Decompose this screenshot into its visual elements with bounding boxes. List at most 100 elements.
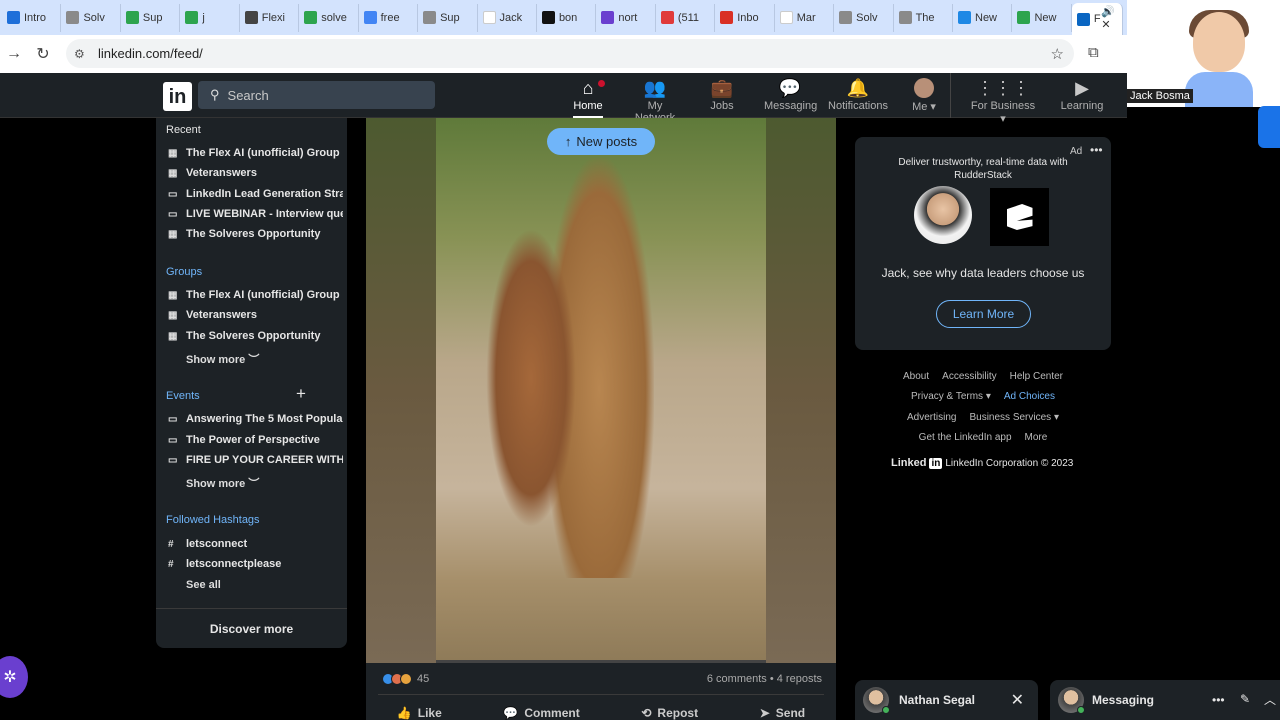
chat-window-nathan[interactable]: Nathan Segal ✕ [855, 680, 1038, 720]
footer-link[interactable]: Advertising [907, 408, 956, 428]
business-services-link[interactable]: Business Services ▾ [969, 408, 1059, 428]
group-icon: ▦ [168, 330, 178, 342]
add-event-icon[interactable]: + [296, 384, 306, 404]
side-extension-badge[interactable] [1258, 106, 1280, 148]
browser-tab[interactable]: j [180, 3, 240, 32]
forward-icon[interactable]: → [0, 45, 28, 63]
nav-notifications[interactable]: 🔔 Notifications [828, 78, 888, 112]
reaction-summary[interactable]: 45 [382, 673, 429, 685]
nav-for-business[interactable]: ⋮⋮⋮ For Business ▾ [968, 78, 1038, 125]
new-posts-button[interactable]: ↑ New posts [547, 128, 655, 155]
more-options-icon[interactable]: ••• [1212, 693, 1225, 707]
browser-tab[interactable]: Sup [121, 3, 181, 32]
search-input[interactable]: ⚲ Search [198, 81, 435, 109]
tab-title: Solv [83, 11, 105, 24]
extensions-icon[interactable]: ⧉ [1088, 44, 1099, 61]
tab-title: bon [558, 11, 578, 24]
browser-tab[interactable]: Solv [834, 3, 894, 32]
browser-tab[interactable]: bon [537, 3, 597, 32]
browser-tab[interactable]: free [359, 3, 419, 32]
hashtag-item[interactable]: # letsconnect [168, 538, 343, 550]
tab-title: Sup [440, 11, 460, 24]
bookmark-star-icon[interactable]: ☆ [1051, 45, 1064, 63]
comments-reposts-count[interactable]: 6 comments • 4 reposts [707, 673, 822, 685]
groups-show-more[interactable]: Show more ︶ [186, 351, 259, 367]
browser-tab[interactable]: Solv [61, 3, 121, 32]
group-item[interactable]: ▦ The Flex AI (unofficial) Group [168, 289, 343, 301]
recent-item[interactable]: ▦ Veteranswers [168, 167, 343, 179]
like-button[interactable]: 👍 Like [397, 706, 442, 720]
compose-icon[interactable]: ✎ [1240, 692, 1250, 706]
recent-item[interactable]: ▦ The Solveres Opportunity [168, 228, 343, 240]
event-item-label: FIRE UP YOUR CAREER WITH ... [186, 454, 343, 466]
tab-favicon-icon [1076, 12, 1090, 26]
chevron-up-icon[interactable]: ︿ [1264, 691, 1276, 708]
event-item[interactable]: ▭ FIRE UP YOUR CAREER WITH ... [168, 454, 343, 466]
recent-item[interactable]: ▦ The Flex AI (unofficial) Group [168, 147, 343, 159]
online-status-icon [1077, 706, 1085, 714]
browser-tab[interactable]: Intro [2, 3, 62, 32]
footer-link[interactable]: Help Center [1010, 367, 1063, 387]
browser-tab[interactable]: (511 [656, 3, 716, 32]
browser-tab[interactable]: Inbo [715, 3, 775, 32]
linkedin-logo[interactable]: in [163, 82, 192, 111]
learn-more-button[interactable]: Learn More [936, 300, 1031, 328]
repost-button[interactable]: ⟲ Repost [641, 706, 698, 720]
post-video[interactable] [366, 118, 836, 663]
tab-favicon-icon [66, 11, 80, 24]
recent-item-label: LinkedIn Lead Generation Stra... [186, 188, 343, 200]
footer-link[interactable]: About [903, 367, 929, 387]
nav-learning[interactable]: ▶ Learning [1060, 78, 1104, 112]
browser-tab[interactable]: nort [596, 3, 656, 32]
groups-title[interactable]: Groups [166, 266, 202, 278]
event-item[interactable]: ▭ The Power of Perspective [168, 434, 343, 446]
tab-title: F [1093, 13, 1101, 25]
browser-tab[interactable]: The [894, 3, 953, 32]
event-item[interactable]: ▭ Answering The 5 Most Popular... [168, 413, 343, 425]
browser-tab[interactable]: New [953, 3, 1013, 32]
hashtags-see-all[interactable]: See all [186, 579, 221, 591]
nav-jobs[interactable]: 💼 Jobs [708, 78, 736, 112]
recent-item[interactable]: ▭ LinkedIn Lead Generation Stra... [168, 188, 343, 200]
send-button[interactable]: ➤ Send [760, 706, 805, 720]
messaging-panel[interactable]: Messaging ••• ✎ ︿ [1050, 680, 1280, 720]
group-item[interactable]: ▦ Veteranswers [168, 309, 343, 321]
events-title[interactable]: Events [166, 390, 200, 402]
tab-audio-close-icon[interactable]: 🔊 ✕ [1101, 5, 1127, 31]
nav-messaging[interactable]: 💬 Messaging [764, 78, 817, 112]
hashtag-item[interactable]: # letsconnectplease [168, 558, 343, 570]
footer-link[interactable]: Accessibility [942, 367, 996, 387]
browser-tab[interactable]: Mar [775, 3, 835, 32]
browser-tab[interactable]: New [1012, 3, 1072, 32]
browser-tab[interactable]: Flexi [240, 3, 300, 32]
accessibility-widget-icon[interactable]: ✲ [0, 656, 28, 698]
reload-icon[interactable]: ↻ [29, 44, 57, 64]
group-item[interactable]: ▦ The Solveres Opportunity [168, 330, 343, 342]
nav-home[interactable]: ⌂ Home [573, 78, 607, 118]
ad-choices-link[interactable]: Ad Choices [1004, 387, 1055, 407]
browser-tab[interactable]: Sup [418, 3, 478, 32]
webcam-overlay: Jack Bosma [1127, 0, 1280, 107]
browser-tab[interactable]: Jack [478, 3, 537, 32]
footer-link-label: Privacy & Terms [910, 391, 984, 403]
insightful-reaction-icon [400, 673, 412, 685]
tab-favicon-icon [482, 11, 496, 24]
recent-item[interactable]: ▭ LIVE WEBINAR - Interview que... [168, 208, 343, 220]
footer-link[interactable]: Get the LinkedIn app [919, 428, 1012, 448]
events-show-more[interactable]: Show more ︶ [186, 475, 259, 491]
footer-link[interactable]: More [1025, 428, 1048, 448]
more-options-icon[interactable]: ••• [1090, 143, 1103, 157]
nav-me[interactable]: Me ▾ [908, 78, 940, 113]
browser-tab[interactable]: solve [299, 3, 359, 32]
privacy-terms-link[interactable]: Privacy & Terms ▾ [911, 387, 991, 407]
video-progress-bar[interactable] [436, 660, 766, 663]
reaction-count: 45 [417, 673, 430, 685]
hashtag-item-label: letsconnectplease [186, 558, 282, 570]
recent-item-label: The Solveres Opportunity [186, 228, 321, 240]
close-icon[interactable]: ✕ [1011, 690, 1024, 710]
address-bar[interactable]: ⚙ linkedin.com/feed/ ☆ [66, 39, 1074, 68]
hashtags-title[interactable]: Followed Hashtags [166, 514, 260, 526]
comment-button[interactable]: 💬 Comment [503, 706, 579, 720]
discover-more-button[interactable]: Discover more [156, 608, 347, 648]
site-settings-icon[interactable]: ⚙ [74, 47, 90, 61]
